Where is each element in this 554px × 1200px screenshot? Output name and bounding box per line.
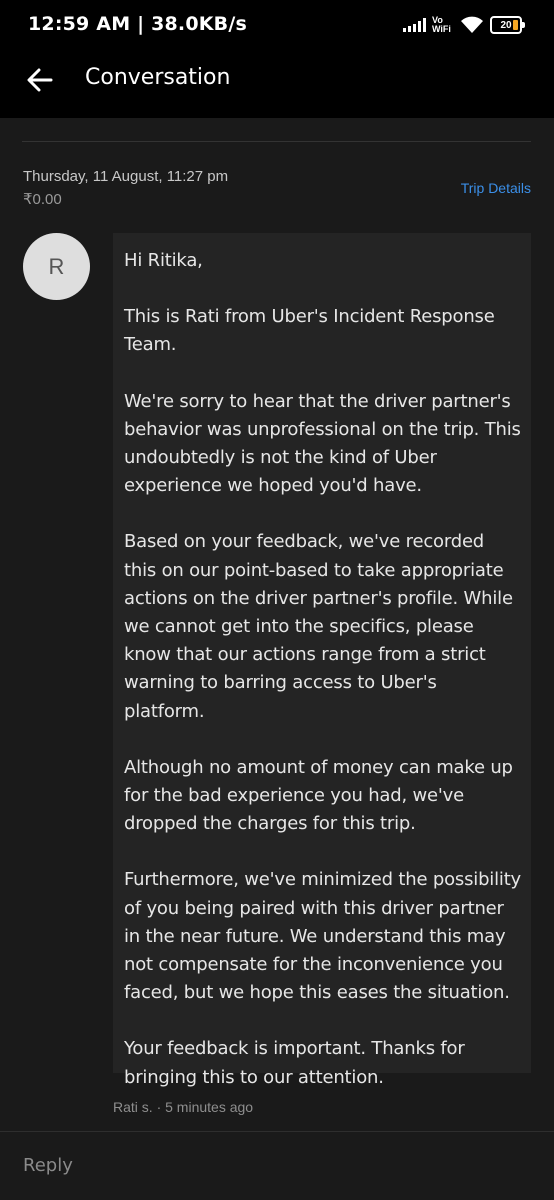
battery-icon: 20 bbox=[490, 16, 525, 34]
divider bbox=[22, 141, 531, 142]
reply-input[interactable] bbox=[23, 1155, 523, 1176]
divider bbox=[0, 1131, 554, 1132]
sender-meta: Rati s. · 5 minutes ago bbox=[113, 1099, 254, 1115]
trip-details-link[interactable]: Trip Details bbox=[461, 180, 531, 196]
page-title: Conversation bbox=[85, 65, 231, 90]
back-button[interactable] bbox=[22, 62, 58, 98]
status-time: 12:59 AM | 38.0KB/s bbox=[28, 13, 248, 35]
wifi-icon bbox=[461, 16, 483, 33]
message-paragraph: Hi Ritika, bbox=[124, 250, 203, 271]
avatar-initial: R bbox=[48, 253, 65, 279]
message-bubble: Hi Ritika, This is Rati from Uber's Inci… bbox=[113, 233, 531, 1088]
app-header: Conversation bbox=[0, 50, 554, 118]
message-paragraph: Based on your feedback, we've recorded t… bbox=[124, 531, 513, 722]
vowifi-label: Vo WiFi bbox=[432, 15, 451, 34]
message-paragraph: We're sorry to hear that the driver part… bbox=[124, 390, 521, 497]
status-icons: Vo WiFi 20 bbox=[403, 12, 525, 38]
trip-amount: ₹0.00 bbox=[23, 191, 62, 208]
battery-fill bbox=[513, 20, 518, 30]
signal-icon bbox=[403, 18, 426, 32]
battery-level: 20 bbox=[500, 19, 512, 31]
message-paragraph: This is Rati from Uber's Incident Respon… bbox=[124, 306, 495, 356]
message-paragraph: Your feedback is important. Thanks for b… bbox=[124, 1038, 465, 1088]
avatar: R bbox=[23, 233, 90, 300]
message-paragraph: Furthermore, we've minimized the possibi… bbox=[124, 869, 522, 1004]
message-date: Thursday, 11 August, 11:27 pm bbox=[23, 168, 229, 185]
message-paragraph: Although no amount of money can make up … bbox=[124, 756, 513, 835]
status-bar: 12:59 AM | 38.0KB/s Vo WiFi 20 bbox=[0, 0, 554, 50]
arrow-left-icon bbox=[27, 68, 53, 92]
